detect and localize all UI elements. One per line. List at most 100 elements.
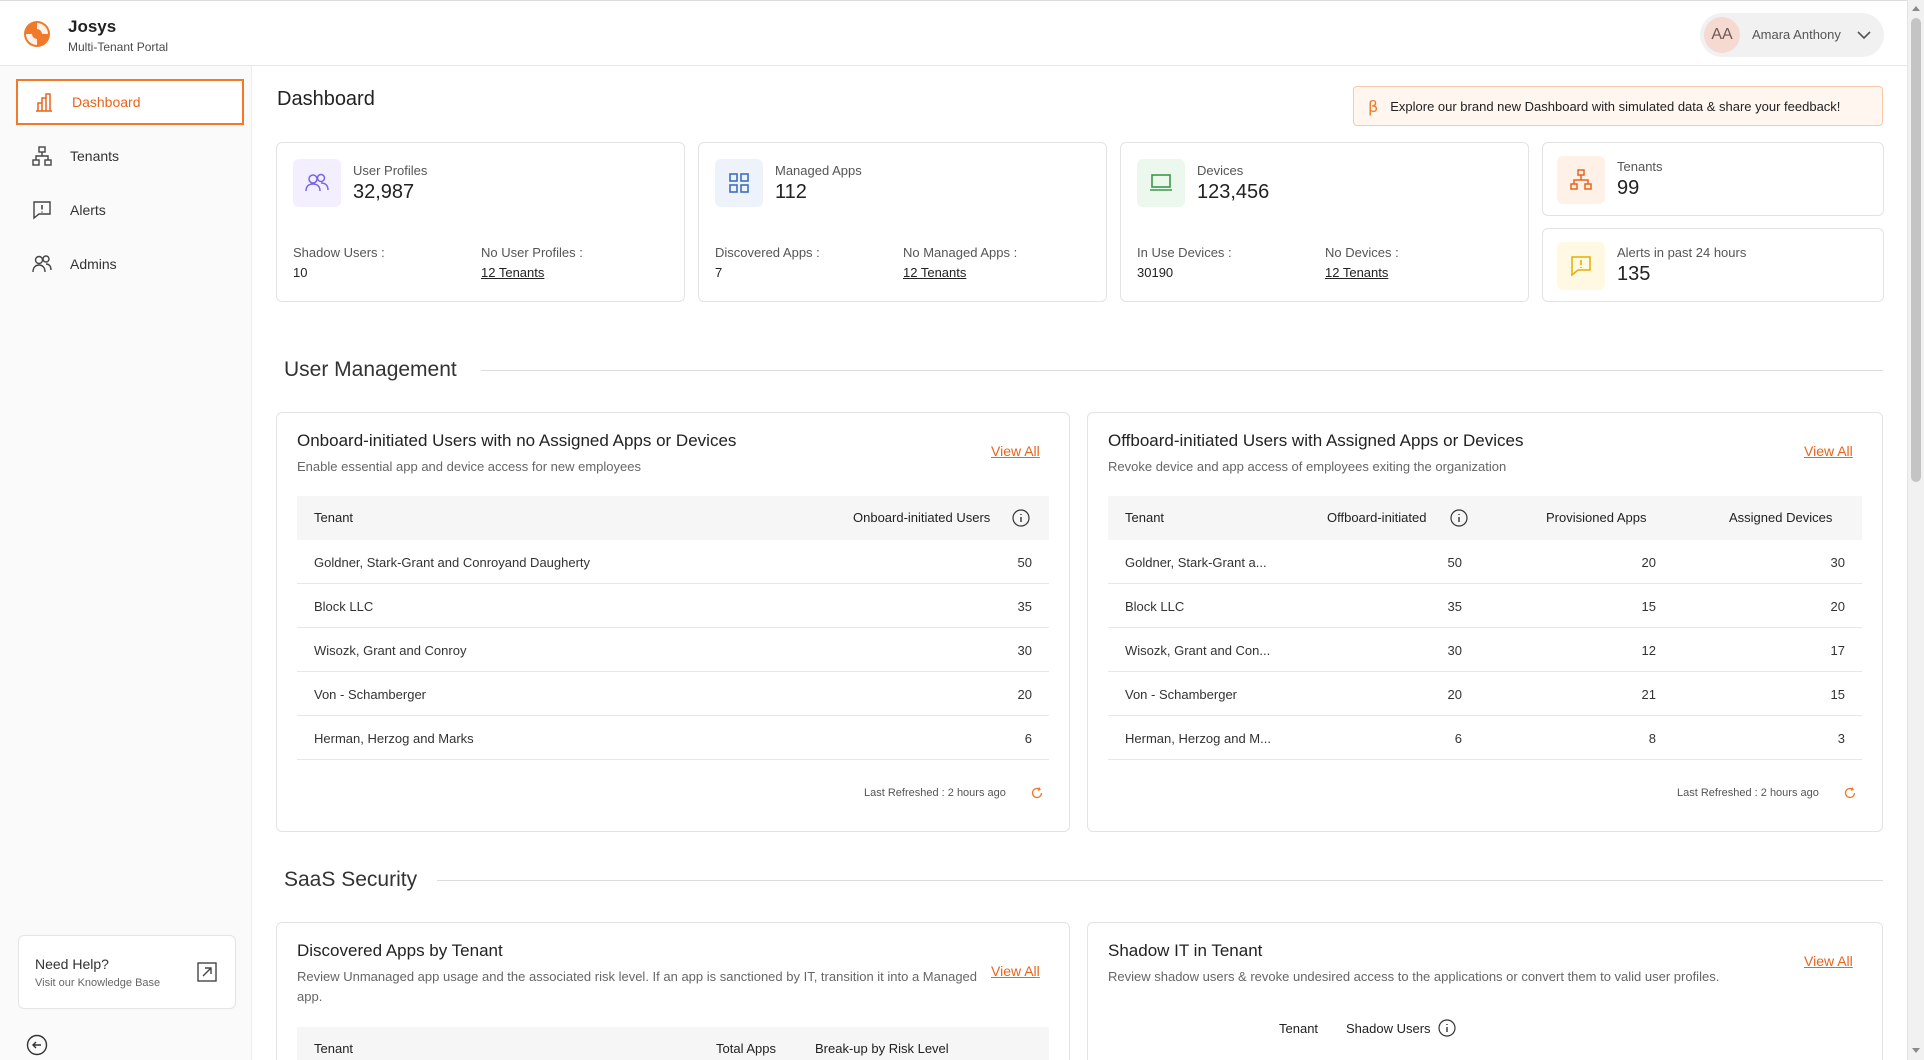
table-row[interactable]: Block LLC 35 15 20 bbox=[1108, 584, 1862, 628]
no-devices-label: No Devices : bbox=[1325, 245, 1399, 260]
scroll-down-arrow-icon[interactable] bbox=[1912, 1048, 1920, 1053]
panel-title: Shadow IT in Tenant bbox=[1108, 941, 1263, 960]
col-shadow-users: Shadow Users bbox=[1346, 1021, 1431, 1036]
section-title-saas-security: SaaS Security bbox=[284, 868, 418, 891]
discovered-apps-panel: Discovered Apps by Tenant Review Unmanag… bbox=[276, 922, 1070, 1060]
cell-tenant: Goldner, Stark-Grant and Conroyand Daugh… bbox=[314, 555, 591, 570]
josys-logo[interactable] bbox=[22, 19, 52, 49]
chevron-down-icon bbox=[1857, 31, 1871, 40]
stat-label: Tenants bbox=[1617, 159, 1663, 174]
refresh-icon[interactable] bbox=[1843, 786, 1857, 800]
in-use-devices-label: In Use Devices : bbox=[1137, 245, 1232, 260]
no-managed-apps-label: No Managed Apps : bbox=[903, 245, 1018, 260]
cell-tenant: Block LLC bbox=[314, 599, 374, 614]
section-divider bbox=[481, 370, 1883, 371]
panel-description: Review shadow users & revoke undesired a… bbox=[1108, 969, 1720, 984]
collapse-sidebar-icon[interactable] bbox=[26, 1034, 48, 1056]
onboard-table: Tenant Onboard-initiated Users Goldner, … bbox=[297, 496, 1049, 760]
help-card[interactable]: Need Help? Visit our Knowledge Base bbox=[18, 935, 236, 1009]
scroll-up-arrow-icon[interactable] bbox=[1912, 6, 1920, 11]
no-managed-apps-link[interactable]: 12 Tenants bbox=[903, 265, 966, 280]
cell-tenant: Goldner, Stark-Grant a... bbox=[1125, 555, 1267, 570]
section-divider bbox=[437, 880, 1883, 881]
no-user-profiles-label: No User Profiles : bbox=[481, 245, 583, 260]
stat-label: Managed Apps bbox=[775, 163, 862, 178]
table-row[interactable]: Wisozk, Grant and Conroy 30 bbox=[297, 628, 1049, 672]
cell-users: 35 bbox=[1447, 599, 1462, 614]
sidebar-item-tenants[interactable]: Tenants bbox=[16, 133, 244, 179]
managed-apps-card: Managed Apps 112 Discovered Apps : 7 No … bbox=[698, 142, 1107, 302]
view-all-link[interactable]: View All bbox=[991, 963, 1040, 979]
view-all-link[interactable]: View All bbox=[1804, 443, 1853, 459]
sidebar-item-dashboard[interactable]: Dashboard bbox=[16, 79, 244, 125]
offboard-users-panel: Offboard-initiated Users with Assigned A… bbox=[1087, 412, 1883, 832]
alert-message-icon bbox=[1557, 242, 1605, 290]
table-row[interactable]: Von - Schamberger 20 bbox=[297, 672, 1049, 716]
col-assigned-devices: Assigned Devices bbox=[1729, 510, 1833, 525]
col-total-apps: Total Apps bbox=[716, 1041, 776, 1056]
alerts-card: Alerts in past 24 hours 135 bbox=[1542, 228, 1884, 302]
table-row[interactable]: Block LLC 35 bbox=[297, 584, 1049, 628]
no-devices-link[interactable]: 12 Tenants bbox=[1325, 265, 1388, 280]
cell-devices: 30 bbox=[1830, 555, 1845, 570]
table-header: Tenant Offboard-initiated Provisioned Ap… bbox=[1108, 496, 1862, 540]
table-row[interactable]: Herman, Herzog and Marks 6 bbox=[297, 716, 1049, 760]
cell-apps: 21 bbox=[1641, 687, 1656, 702]
cell-tenant: Herman, Herzog and M... bbox=[1125, 731, 1271, 746]
sidebar: Dashboard Tenants Alerts Admins Need Hel… bbox=[0, 66, 252, 1060]
cell-tenant: Von - Schamberger bbox=[1125, 687, 1238, 702]
devices-card: Devices 123,456 In Use Devices : 30190 N… bbox=[1120, 142, 1529, 302]
info-icon[interactable] bbox=[1438, 1019, 1456, 1037]
org-chart-icon bbox=[1557, 156, 1605, 204]
user-profiles-card: User Profiles 32,987 Shadow Users : 10 N… bbox=[276, 142, 685, 302]
users-icon bbox=[30, 252, 54, 276]
org-chart-icon bbox=[30, 144, 54, 168]
main-content: Dashboard β Explore our brand new Dashbo… bbox=[253, 66, 1907, 1060]
table-row[interactable]: Goldner, Stark-Grant and Conroyand Daugh… bbox=[297, 540, 1049, 584]
sidebar-item-label: Tenants bbox=[70, 148, 120, 164]
stat-label: Alerts in past 24 hours bbox=[1617, 245, 1747, 260]
grid-apps-icon bbox=[715, 159, 763, 207]
user-menu[interactable]: AA Amara Anthony bbox=[1700, 13, 1884, 57]
external-link-icon[interactable] bbox=[195, 960, 219, 984]
cell-tenant: Wisozk, Grant and Con... bbox=[1125, 643, 1271, 658]
alert-message-icon bbox=[30, 198, 54, 222]
cell-tenant: Block LLC bbox=[1125, 599, 1185, 614]
panel-description: Revoke device and app access of employee… bbox=[1108, 459, 1507, 474]
table-row[interactable]: Herman, Herzog and M... 6 8 3 bbox=[1108, 716, 1862, 760]
feedback-banner[interactable]: β Explore our brand new Dashboard with s… bbox=[1353, 86, 1883, 126]
cell-apps: 15 bbox=[1641, 599, 1656, 614]
col-tenant: Tenant bbox=[1279, 1021, 1319, 1036]
panel-title: Offboard-initiated Users with Assigned A… bbox=[1108, 431, 1524, 450]
col-tenant: Tenant bbox=[1125, 510, 1165, 525]
cell-apps: 20 bbox=[1641, 555, 1656, 570]
panel-description: Review Unmanaged app usage and the assoc… bbox=[297, 969, 978, 1004]
cell-devices: 20 bbox=[1830, 599, 1845, 614]
section-title-user-management: User Management bbox=[284, 358, 457, 381]
table-row[interactable]: Goldner, Stark-Grant a... 50 20 30 bbox=[1108, 540, 1862, 584]
offboard-table: Tenant Offboard-initiated Provisioned Ap… bbox=[1108, 496, 1862, 760]
cell-users: 20 bbox=[1017, 687, 1032, 702]
col-tenant: Tenant bbox=[314, 510, 354, 525]
refresh-icon[interactable] bbox=[1030, 786, 1044, 800]
sidebar-item-admins[interactable]: Admins bbox=[16, 241, 244, 287]
sidebar-item-label: Dashboard bbox=[72, 94, 141, 110]
col-risk-breakup: Break-up by Risk Level bbox=[815, 1041, 949, 1056]
stat-value: 32,987 bbox=[353, 181, 415, 203]
view-all-link[interactable]: View All bbox=[991, 443, 1040, 459]
info-icon[interactable] bbox=[1012, 509, 1030, 527]
stat-value: 99 bbox=[1617, 177, 1640, 199]
sidebar-item-alerts[interactable]: Alerts bbox=[16, 187, 244, 233]
page-scrollbar[interactable] bbox=[1907, 0, 1924, 1060]
table-row[interactable]: Wisozk, Grant and Con... 30 12 17 bbox=[1108, 628, 1862, 672]
view-all-link[interactable]: View All bbox=[1804, 953, 1853, 969]
info-icon[interactable] bbox=[1450, 509, 1468, 527]
table-row[interactable]: Von - Schamberger 20 21 15 bbox=[1108, 672, 1862, 716]
brand-name: Josys bbox=[68, 17, 117, 36]
discovered-table: Tenant Total Apps Break-up by Risk Level bbox=[297, 1027, 1049, 1060]
no-user-profiles-link[interactable]: 12 Tenants bbox=[481, 265, 544, 280]
sidebar-item-label: Admins bbox=[70, 256, 117, 272]
col-provisioned-apps: Provisioned Apps bbox=[1546, 510, 1647, 525]
shadow-it-panel: Shadow IT in Tenant Review shadow users … bbox=[1087, 922, 1883, 1060]
scrollbar-thumb[interactable] bbox=[1911, 18, 1921, 482]
